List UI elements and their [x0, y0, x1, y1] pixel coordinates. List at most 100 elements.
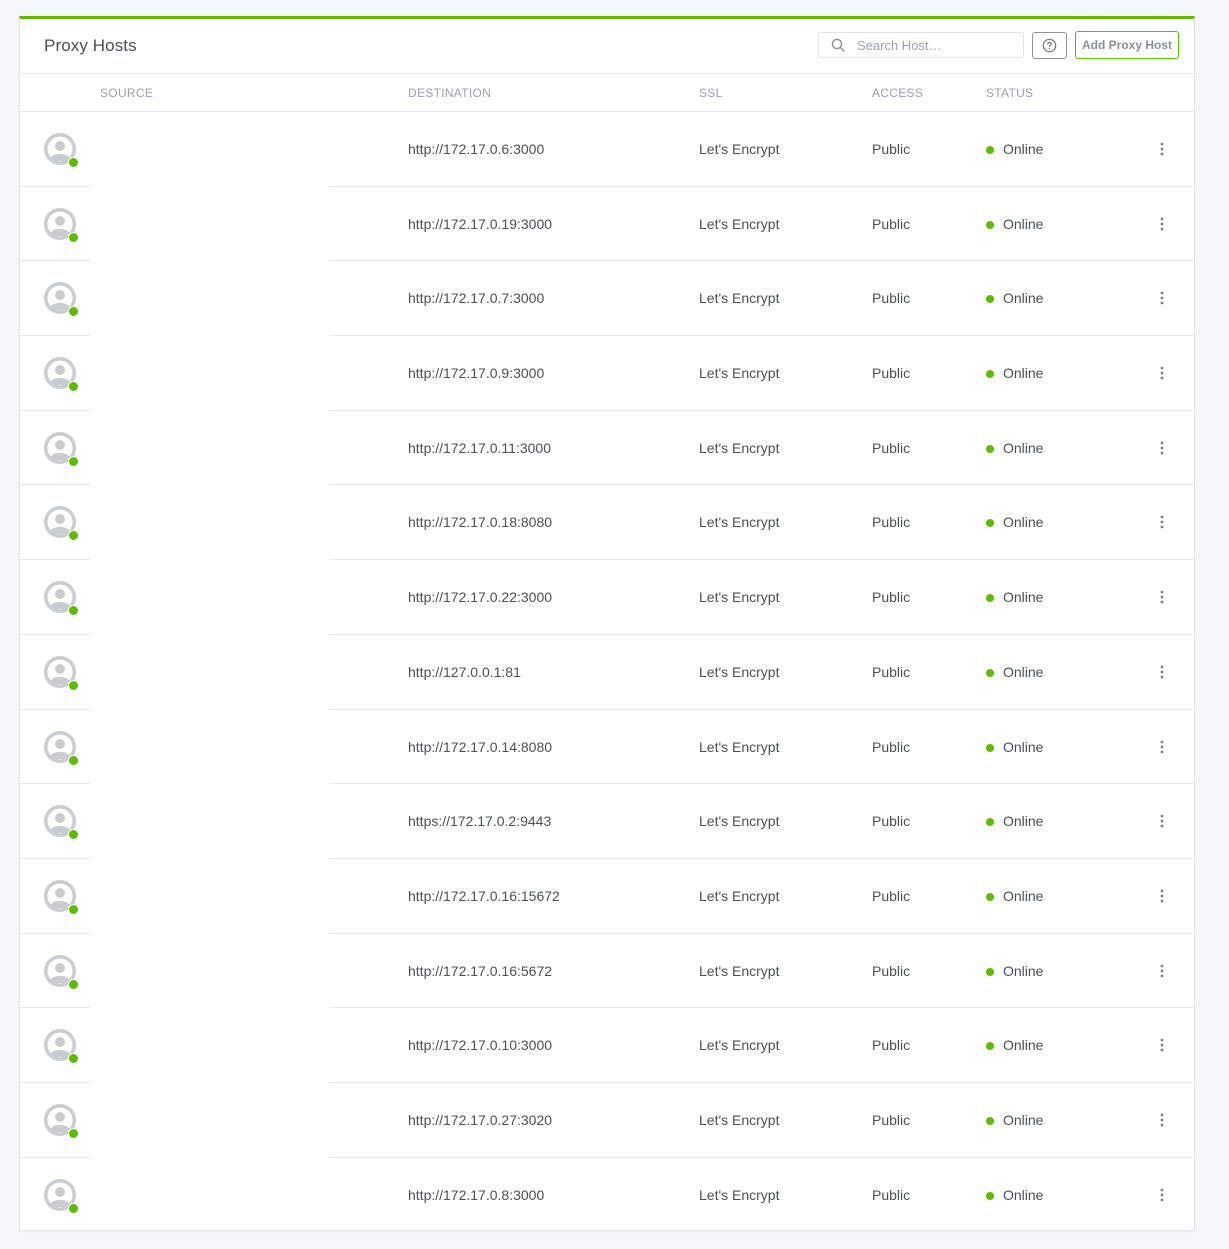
destination-cell: http://172.17.0.27:3020 — [408, 1111, 553, 1128]
status-dot — [986, 146, 994, 154]
row-menu-button[interactable] — [1154, 211, 1170, 237]
more-vertical-icon — [1160, 291, 1164, 305]
table-row[interactable]: http://172.17.0.14:8080 Let's Encrypt Pu… — [20, 710, 1194, 785]
table-row[interactable]: http://172.17.0.9:3000 Let's Encrypt Pub… — [20, 336, 1194, 411]
more-vertical-icon — [1160, 665, 1164, 679]
ssl-cell: Let's Encrypt — [699, 887, 780, 904]
more-vertical-icon — [1160, 1038, 1164, 1052]
status-dot — [986, 892, 994, 901]
status-cell: Online — [1003, 589, 1044, 606]
status-dot — [986, 668, 994, 677]
page-title: Proxy Hosts — [44, 36, 137, 55]
add-proxy-host-button[interactable]: Add Proxy Host — [1075, 31, 1179, 59]
online-indicator — [68, 1127, 79, 1139]
status-cell: Online — [1003, 439, 1044, 456]
column-header-status[interactable]: STATUS — [986, 86, 1033, 100]
ssl-cell: Let's Encrypt — [699, 738, 780, 755]
table-row[interactable]: http://172.17.0.8:3000 Let's Encrypt Pub… — [20, 1158, 1194, 1233]
row-menu-button[interactable] — [1154, 1182, 1170, 1208]
table-row[interactable]: http://172.17.0.10:3000 Let's Encrypt Pu… — [20, 1008, 1194, 1083]
table-header: SOURCE DESTINATION SSL ACCESS STATUS — [20, 74, 1194, 112]
access-cell: Public — [872, 813, 911, 830]
status-cell: Online — [1003, 813, 1044, 830]
table-row[interactable]: http://172.17.0.16:15672 Let's Encrypt P… — [20, 859, 1194, 934]
row-menu-button[interactable] — [1154, 285, 1170, 311]
table-row[interactable]: http://172.17.0.7:3000 Let's Encrypt Pub… — [20, 261, 1194, 337]
online-indicator — [68, 1202, 79, 1214]
status-dot — [986, 519, 994, 528]
access-cell: Public — [872, 589, 911, 606]
help-button[interactable] — [1032, 32, 1067, 59]
more-vertical-icon — [1160, 366, 1164, 380]
access-cell: Public — [872, 1186, 911, 1203]
online-indicator — [68, 903, 79, 915]
online-indicator — [68, 306, 79, 318]
online-indicator — [68, 530, 79, 542]
destination-cell: http://172.17.0.9:3000 — [408, 365, 545, 382]
access-cell: Public — [872, 514, 911, 531]
more-vertical-icon — [1160, 142, 1164, 156]
status-dot — [986, 967, 994, 976]
table-row[interactable]: https://172.17.0.2:9443 Let's Encrypt Pu… — [20, 784, 1194, 859]
more-vertical-icon — [1160, 964, 1164, 977]
destination-cell: http://172.17.0.19:3000 — [408, 215, 553, 232]
status-dot — [986, 594, 994, 603]
table-row[interactable]: http://172.17.0.27:3020 Let's Encrypt Pu… — [20, 1083, 1194, 1158]
status-cell: Online — [1003, 141, 1044, 157]
status-cell: Online — [1003, 1111, 1044, 1128]
row-menu-button[interactable] — [1154, 883, 1170, 909]
table-row[interactable]: http://127.0.0.1:81 Let's Encrypt Public… — [20, 635, 1194, 710]
status-dot — [986, 444, 994, 453]
row-menu-button[interactable] — [1154, 1107, 1170, 1133]
column-header-access[interactable]: ACCESS — [872, 86, 923, 100]
row-menu-button[interactable] — [1154, 958, 1170, 984]
table-row[interactable]: http://172.17.0.16:5672 Let's Encrypt Pu… — [20, 934, 1194, 1009]
row-menu-button[interactable] — [1154, 360, 1170, 386]
row-menu-button[interactable] — [1154, 435, 1170, 461]
ssl-cell: Let's Encrypt — [699, 439, 780, 456]
help-circle-icon — [1042, 38, 1057, 53]
access-cell: Public — [872, 1037, 911, 1054]
row-menu-button[interactable] — [1154, 584, 1170, 610]
table-row[interactable]: http://172.17.0.11:3000 Let's Encrypt Pu… — [20, 411, 1194, 486]
status-cell: Online — [1003, 887, 1044, 904]
status-dot — [986, 295, 994, 304]
status-dot — [986, 220, 994, 229]
search-box[interactable] — [818, 32, 1024, 58]
ssl-cell: Let's Encrypt — [699, 290, 780, 307]
status-dot — [986, 818, 994, 827]
column-header-source[interactable]: SOURCE — [100, 86, 153, 100]
status-cell: Online — [1003, 514, 1044, 531]
table-row[interactable]: http://172.17.0.19:3000 Let's Encrypt Pu… — [20, 187, 1194, 262]
online-indicator — [68, 1053, 79, 1065]
destination-cell: https://172.17.0.2:9443 — [408, 813, 552, 830]
access-cell: Public — [872, 663, 911, 680]
row-menu-button[interactable] — [1154, 659, 1170, 685]
access-cell: Public — [872, 738, 911, 755]
destination-cell: http://172.17.0.7:3000 — [408, 290, 545, 307]
search-input[interactable] — [857, 33, 1017, 57]
destination-cell: http://172.17.0.6:3000 — [408, 141, 545, 157]
ssl-cell: Let's Encrypt — [699, 215, 780, 232]
ssl-cell: Let's Encrypt — [699, 962, 780, 979]
row-menu-button[interactable] — [1154, 509, 1170, 535]
destination-cell: http://172.17.0.18:8080 — [408, 514, 553, 531]
status-dot — [986, 1116, 994, 1125]
online-indicator — [68, 754, 79, 766]
more-vertical-icon — [1160, 1188, 1164, 1202]
table-body: http://172.17.0.6:3000 Let's Encrypt Pub… — [20, 112, 1194, 1232]
status-cell: Online — [1003, 365, 1044, 382]
row-menu-button[interactable] — [1154, 1032, 1170, 1058]
column-header-ssl[interactable]: SSL — [699, 86, 723, 100]
more-vertical-icon — [1160, 217, 1164, 231]
row-menu-button[interactable] — [1154, 808, 1170, 834]
column-header-destination[interactable]: DESTINATION — [408, 86, 491, 100]
row-menu-button[interactable] — [1154, 734, 1170, 760]
status-dot — [986, 370, 994, 379]
more-vertical-icon — [1160, 889, 1164, 903]
online-indicator — [68, 231, 79, 243]
table-row[interactable]: http://172.17.0.22:3000 Let's Encrypt Pu… — [20, 560, 1194, 635]
table-row[interactable]: http://172.17.0.6:3000 Let's Encrypt Pub… — [20, 112, 1194, 187]
row-menu-button[interactable] — [1154, 136, 1170, 162]
table-row[interactable]: http://172.17.0.18:8080 Let's Encrypt Pu… — [20, 485, 1194, 561]
